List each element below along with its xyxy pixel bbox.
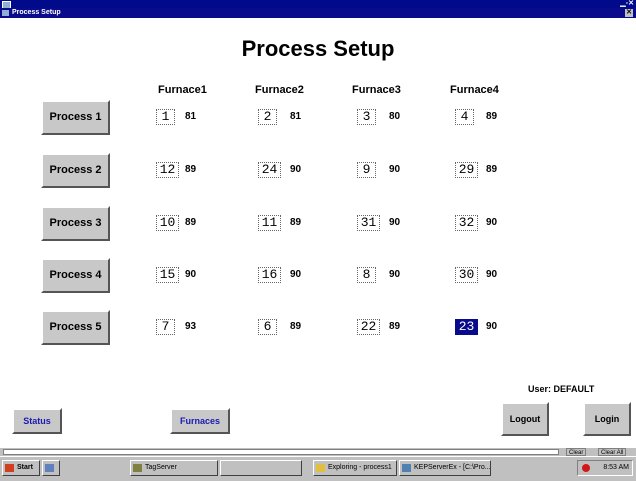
quick-launch[interactable] bbox=[42, 460, 60, 476]
page-title: Process Setup bbox=[241, 36, 395, 61]
clock: 8:53 AM bbox=[603, 464, 629, 471]
clear-all-button[interactable]: Clear All bbox=[598, 448, 627, 456]
process-5-furnace3-input[interactable]: 22 bbox=[357, 319, 380, 335]
taskbar-item-blank[interactable] bbox=[220, 460, 302, 476]
window-title-bar: Process Setup ✕ bbox=[0, 8, 636, 18]
system-tray: 8:53 AM bbox=[577, 460, 633, 476]
clear-button[interactable]: Clear bbox=[566, 448, 587, 456]
process-1-furnace3-value: 80 bbox=[389, 111, 401, 122]
process-5-furnace4-value: 90 bbox=[486, 321, 498, 332]
process-5-furnace1-value: 93 bbox=[185, 321, 197, 332]
process-4-button[interactable]: Process 4 bbox=[41, 258, 110, 293]
process-1-furnace1-value: 81 bbox=[185, 111, 197, 122]
user-label: User: DEFAULT bbox=[528, 384, 595, 394]
furnaces-button[interactable]: Furnaces bbox=[170, 408, 230, 434]
process-2-furnace1-value: 89 bbox=[185, 164, 197, 175]
volume-icon[interactable] bbox=[582, 464, 590, 472]
process-1-furnace2-value: 81 bbox=[290, 111, 302, 122]
process-1-furnace1-input[interactable]: 1 bbox=[156, 109, 175, 125]
process-4-furnace2-input[interactable]: 16 bbox=[258, 267, 281, 283]
process-2-furnace3-value: 90 bbox=[389, 164, 401, 175]
process-4-furnace3-value: 90 bbox=[389, 269, 401, 280]
folder-icon bbox=[316, 464, 325, 472]
taskbar-item-label: KEPServerEx - [C:\Pro... bbox=[414, 464, 491, 471]
process-2-furnace2-input[interactable]: 24 bbox=[258, 162, 281, 178]
status-button[interactable]: Status bbox=[12, 408, 62, 434]
process-1-furnace4-value: 89 bbox=[486, 111, 498, 122]
process-3-furnace4-input[interactable]: 32 bbox=[455, 215, 478, 231]
process-1-furnace3-input[interactable]: 3 bbox=[357, 109, 376, 125]
column-header-furnace2: Furnace2 bbox=[255, 84, 304, 96]
process-2-button[interactable]: Process 2 bbox=[41, 153, 110, 188]
process-5-furnace2-input[interactable]: 6 bbox=[258, 319, 277, 335]
kepserver-icon bbox=[402, 464, 411, 472]
process-2-furnace2-value: 90 bbox=[290, 164, 302, 175]
process-2-furnace4-input[interactable]: 29 bbox=[455, 162, 478, 178]
process-3-button[interactable]: Process 3 bbox=[41, 206, 110, 241]
outer-title-bar: ▁▫✕ bbox=[0, 0, 636, 9]
process-4-furnace3-input[interactable]: 8 bbox=[357, 267, 376, 283]
quick-launch-icon bbox=[45, 464, 54, 472]
taskbar-item-tagserver[interactable]: TagServer bbox=[130, 460, 218, 476]
column-header-furnace1: Furnace1 bbox=[158, 84, 207, 96]
process-1-furnace4-input[interactable]: 4 bbox=[455, 109, 474, 125]
taskbar-item-kepserver[interactable]: KEPServerEx - [C:\Pro... bbox=[399, 460, 491, 476]
taskbar-item-exploring[interactable]: Exploring - process1 bbox=[313, 460, 397, 476]
process-3-furnace4-value: 90 bbox=[486, 217, 498, 228]
process-4-furnace1-input[interactable]: 15 bbox=[156, 267, 179, 283]
process-5-button[interactable]: Process 5 bbox=[41, 310, 110, 345]
taskbar-item-label: TagServer bbox=[145, 464, 177, 471]
logout-button[interactable]: Logout bbox=[501, 402, 549, 436]
window-title: Process Setup bbox=[12, 9, 61, 16]
process-5-furnace3-value: 89 bbox=[389, 321, 401, 332]
process-4-furnace4-input[interactable]: 30 bbox=[455, 267, 478, 283]
process-4-furnace2-value: 90 bbox=[290, 269, 302, 280]
process-3-furnace2-value: 89 bbox=[290, 217, 302, 228]
process-4-furnace4-value: 90 bbox=[486, 269, 498, 280]
column-header-furnace3: Furnace3 bbox=[352, 84, 401, 96]
close-icon[interactable]: ✕ bbox=[625, 9, 633, 17]
login-button[interactable]: Login bbox=[583, 402, 631, 436]
process-2-furnace1-input[interactable]: 12 bbox=[156, 162, 179, 178]
start-button[interactable]: Start bbox=[2, 460, 40, 476]
process-3-furnace3-input[interactable]: 31 bbox=[357, 215, 380, 231]
process-1-button[interactable]: Process 1 bbox=[41, 100, 110, 135]
process-5-furnace2-value: 89 bbox=[290, 321, 302, 332]
window-controls[interactable]: ▁▫✕ bbox=[610, 0, 634, 8]
process-3-furnace3-value: 90 bbox=[389, 217, 401, 228]
process-3-furnace1-input[interactable]: 10 bbox=[156, 215, 179, 231]
process-1-furnace2-input[interactable]: 2 bbox=[258, 109, 277, 125]
process-2-furnace3-input[interactable]: 9 bbox=[357, 162, 376, 178]
start-label: Start bbox=[17, 464, 33, 471]
process-5-furnace1-input[interactable]: 7 bbox=[156, 319, 175, 335]
column-header-furnace4: Furnace4 bbox=[450, 84, 499, 96]
tagserver-icon bbox=[133, 464, 142, 472]
process-2-furnace4-value: 89 bbox=[486, 164, 498, 175]
process-3-furnace1-value: 89 bbox=[185, 217, 197, 228]
process-4-furnace1-value: 90 bbox=[185, 269, 197, 280]
status-message-field bbox=[3, 449, 559, 455]
process-5-furnace4-input[interactable]: 23 bbox=[455, 319, 478, 335]
windows-logo-icon bbox=[5, 464, 14, 472]
taskbar-item-label: Exploring - process1 bbox=[328, 464, 392, 471]
window-icon bbox=[2, 10, 9, 16]
process-3-furnace2-input[interactable]: 11 bbox=[258, 215, 281, 231]
